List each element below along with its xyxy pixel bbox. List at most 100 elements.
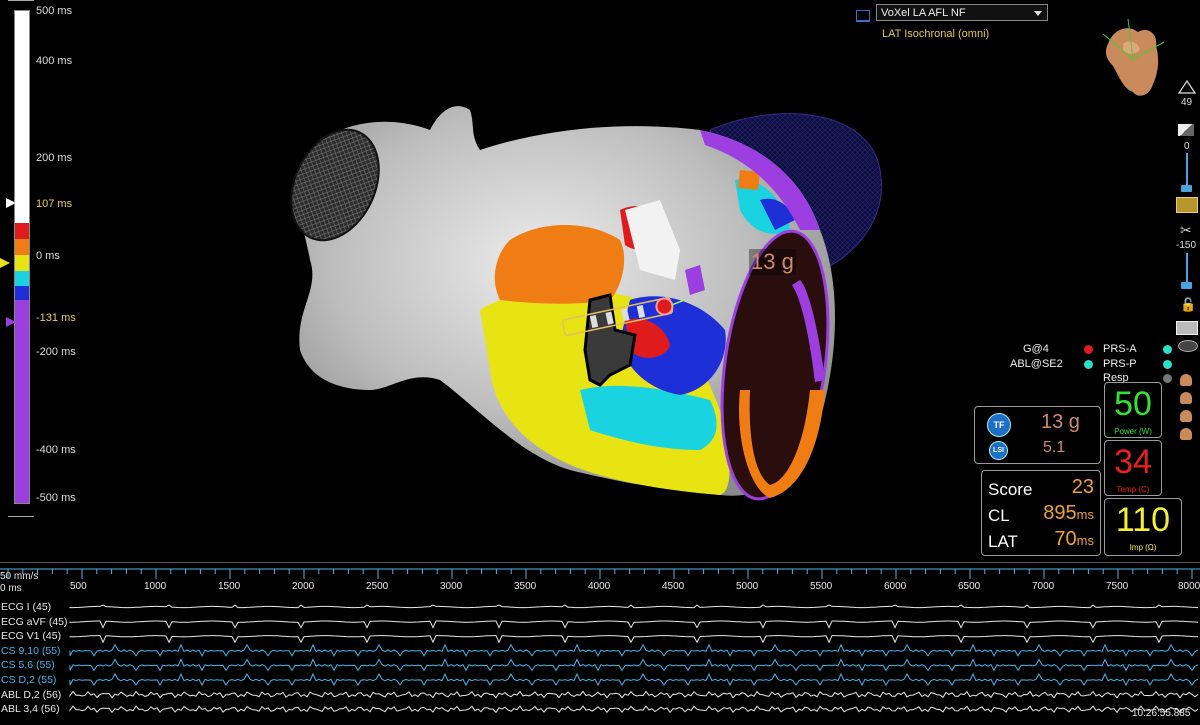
opacity-slider-knob[interactable] xyxy=(1181,185,1192,192)
orientation-heart-icon[interactable] xyxy=(1098,14,1168,102)
scale-orange-segment xyxy=(15,239,29,255)
tf-force-value: 13 g xyxy=(1041,411,1080,433)
map-select-icon[interactable] xyxy=(856,10,870,22)
scale-yellow-segment xyxy=(15,255,29,271)
timeline-tick-label: 500 xyxy=(70,581,87,592)
chevron-down-icon xyxy=(1034,11,1042,16)
channel-label[interactable]: CS 5,6 (55) xyxy=(1,659,55,671)
lock-icon[interactable]: 🔓 xyxy=(1180,297,1196,313)
opacity-icon[interactable] xyxy=(1178,124,1194,136)
channel-label[interactable]: ECG V1 (45) xyxy=(1,630,61,642)
cl-value-group: 895ms xyxy=(1043,502,1094,525)
channel-label[interactable]: ABL D,2 (56) xyxy=(1,689,61,701)
scale-label-400: 400 ms xyxy=(36,55,73,67)
timeline-tick-label: 1500 xyxy=(218,581,241,592)
score-panel: Score 23 CL 895ms LAT 70ms xyxy=(981,470,1101,556)
scale-label-lower-threshold: -131 ms xyxy=(36,312,76,324)
scale-label-zero: 0 ms xyxy=(36,250,60,262)
threshold-slider-track[interactable] xyxy=(1186,253,1188,285)
channel-trace xyxy=(69,643,1199,657)
bottom-scale-handle[interactable] xyxy=(8,512,34,517)
display-option-icon[interactable] xyxy=(1176,321,1198,335)
temp-label: Temp (C) xyxy=(1116,485,1150,494)
channel-trace xyxy=(69,672,1199,687)
channel-trace xyxy=(69,705,1199,714)
opacity-value: 0 xyxy=(1184,141,1190,152)
legend-prsp-label: PRS-P xyxy=(1103,358,1137,370)
body-figure-icon-4[interactable] xyxy=(1180,428,1192,440)
egm-timeline[interactable]: 50 mm/s 0 ms 500 1000 1500 2000 2500 3000 3500… xyxy=(0,562,1200,725)
map-selector-value: VoXel LA AFL NF xyxy=(881,7,966,19)
scale-white-region xyxy=(15,11,29,223)
tag-display-icon[interactable] xyxy=(1176,197,1198,213)
lat-value: 70 xyxy=(1054,528,1077,550)
scale-label-neg400: -400 ms xyxy=(36,444,76,456)
timeline-tick-label: 6000 xyxy=(884,581,907,592)
lat-unit: ms xyxy=(1076,533,1094,548)
triangle-mesh-icon[interactable] xyxy=(1178,80,1196,94)
scale-label-neg500: -500 ms xyxy=(36,492,76,504)
timeline-tick-label: 8000 xyxy=(1178,581,1200,592)
egm-traces xyxy=(69,604,1199,714)
scale-label-200: 200 ms xyxy=(36,152,73,164)
timeline-tick-label: 3500 xyxy=(514,581,537,592)
cl-unit: ms xyxy=(1076,507,1094,522)
top-scale-handle[interactable] xyxy=(8,0,34,5)
scale-label-neg200: -200 ms xyxy=(36,346,76,358)
impedance-label: Imp (Ω) xyxy=(1129,543,1157,552)
contact-force-label: 13 g xyxy=(749,249,796,275)
scale-purple-region xyxy=(15,300,29,503)
zero-marker[interactable] xyxy=(0,258,10,268)
scale-red-segment xyxy=(15,223,29,239)
temp-panel: 34 Temp (C) xyxy=(1104,440,1162,496)
legend-g4-label: G@4 xyxy=(1023,343,1049,355)
lat-color-scale xyxy=(14,10,30,504)
scale-label-500: 500 ms xyxy=(36,5,73,17)
score-label: Score xyxy=(988,480,1033,499)
channel-label[interactable]: ABL 3,4 (56) xyxy=(1,703,60,715)
scale-blue-segment xyxy=(15,286,29,300)
eye-icon[interactable] xyxy=(1178,340,1198,352)
lsi-badge: LSI xyxy=(989,441,1008,460)
timeline-tick-label: 5000 xyxy=(736,581,759,592)
channel-label[interactable]: ECG I (45) xyxy=(1,601,51,613)
lat-label: LAT xyxy=(988,532,1018,551)
la-voxel-map[interactable] xyxy=(280,90,900,510)
channel-trace xyxy=(69,690,1199,699)
legend-prsa-label: PRS-A xyxy=(1103,343,1137,355)
legend-abl-label: ABL@SE2 xyxy=(1010,358,1063,370)
legend-prsa-dot xyxy=(1163,345,1172,354)
legend-abl-dot xyxy=(1084,360,1093,369)
channel-label[interactable]: CS 9,10 (55) xyxy=(1,645,61,657)
timeline-tick-label: 3000 xyxy=(440,581,463,592)
legend-prsp-dot xyxy=(1163,360,1172,369)
scale-cyan-segment xyxy=(15,271,29,286)
timeline-tick-label: 6500 xyxy=(958,581,981,592)
temp-value: 34 xyxy=(1114,443,1152,481)
body-figure-icon-1[interactable] xyxy=(1180,374,1192,386)
threshold-slider-knob[interactable] xyxy=(1181,282,1192,289)
timeline-tick-label: 2500 xyxy=(366,581,389,592)
timeline-tick-label: 4500 xyxy=(662,581,685,592)
score-value: 23 xyxy=(1071,476,1094,498)
channel-trace xyxy=(69,620,1199,629)
body-figure-icon-2[interactable] xyxy=(1180,392,1192,404)
scale-label-upper-threshold: 107 ms xyxy=(36,198,73,210)
map-selector-dropdown[interactable]: VoXel LA AFL NF xyxy=(876,4,1048,21)
body-figure-icon-3[interactable] xyxy=(1180,410,1192,422)
opacity-slider-track[interactable] xyxy=(1186,153,1188,189)
impedance-panel: 110 Imp (Ω) xyxy=(1104,498,1182,556)
timeline-tick-label: 5500 xyxy=(810,581,833,592)
scissors-icon[interactable]: ✂ xyxy=(1180,222,1192,239)
timestamp-clock: 10:26:55.885 xyxy=(1132,708,1191,719)
tf-badge: TF xyxy=(987,413,1011,437)
channel-trace xyxy=(69,604,1199,609)
timeline-tick-label: 7000 xyxy=(1032,581,1055,592)
legend-resp-dot xyxy=(1163,374,1172,383)
power-value: 50 xyxy=(1114,385,1152,423)
timeline-tick-label: 2000 xyxy=(292,581,315,592)
channel-trace xyxy=(69,658,1199,672)
lsi-value: 5.1 xyxy=(1043,439,1066,456)
channel-label[interactable]: ECG aVF (45) xyxy=(1,616,68,628)
channel-label[interactable]: CS D,2 (55) xyxy=(1,674,56,686)
